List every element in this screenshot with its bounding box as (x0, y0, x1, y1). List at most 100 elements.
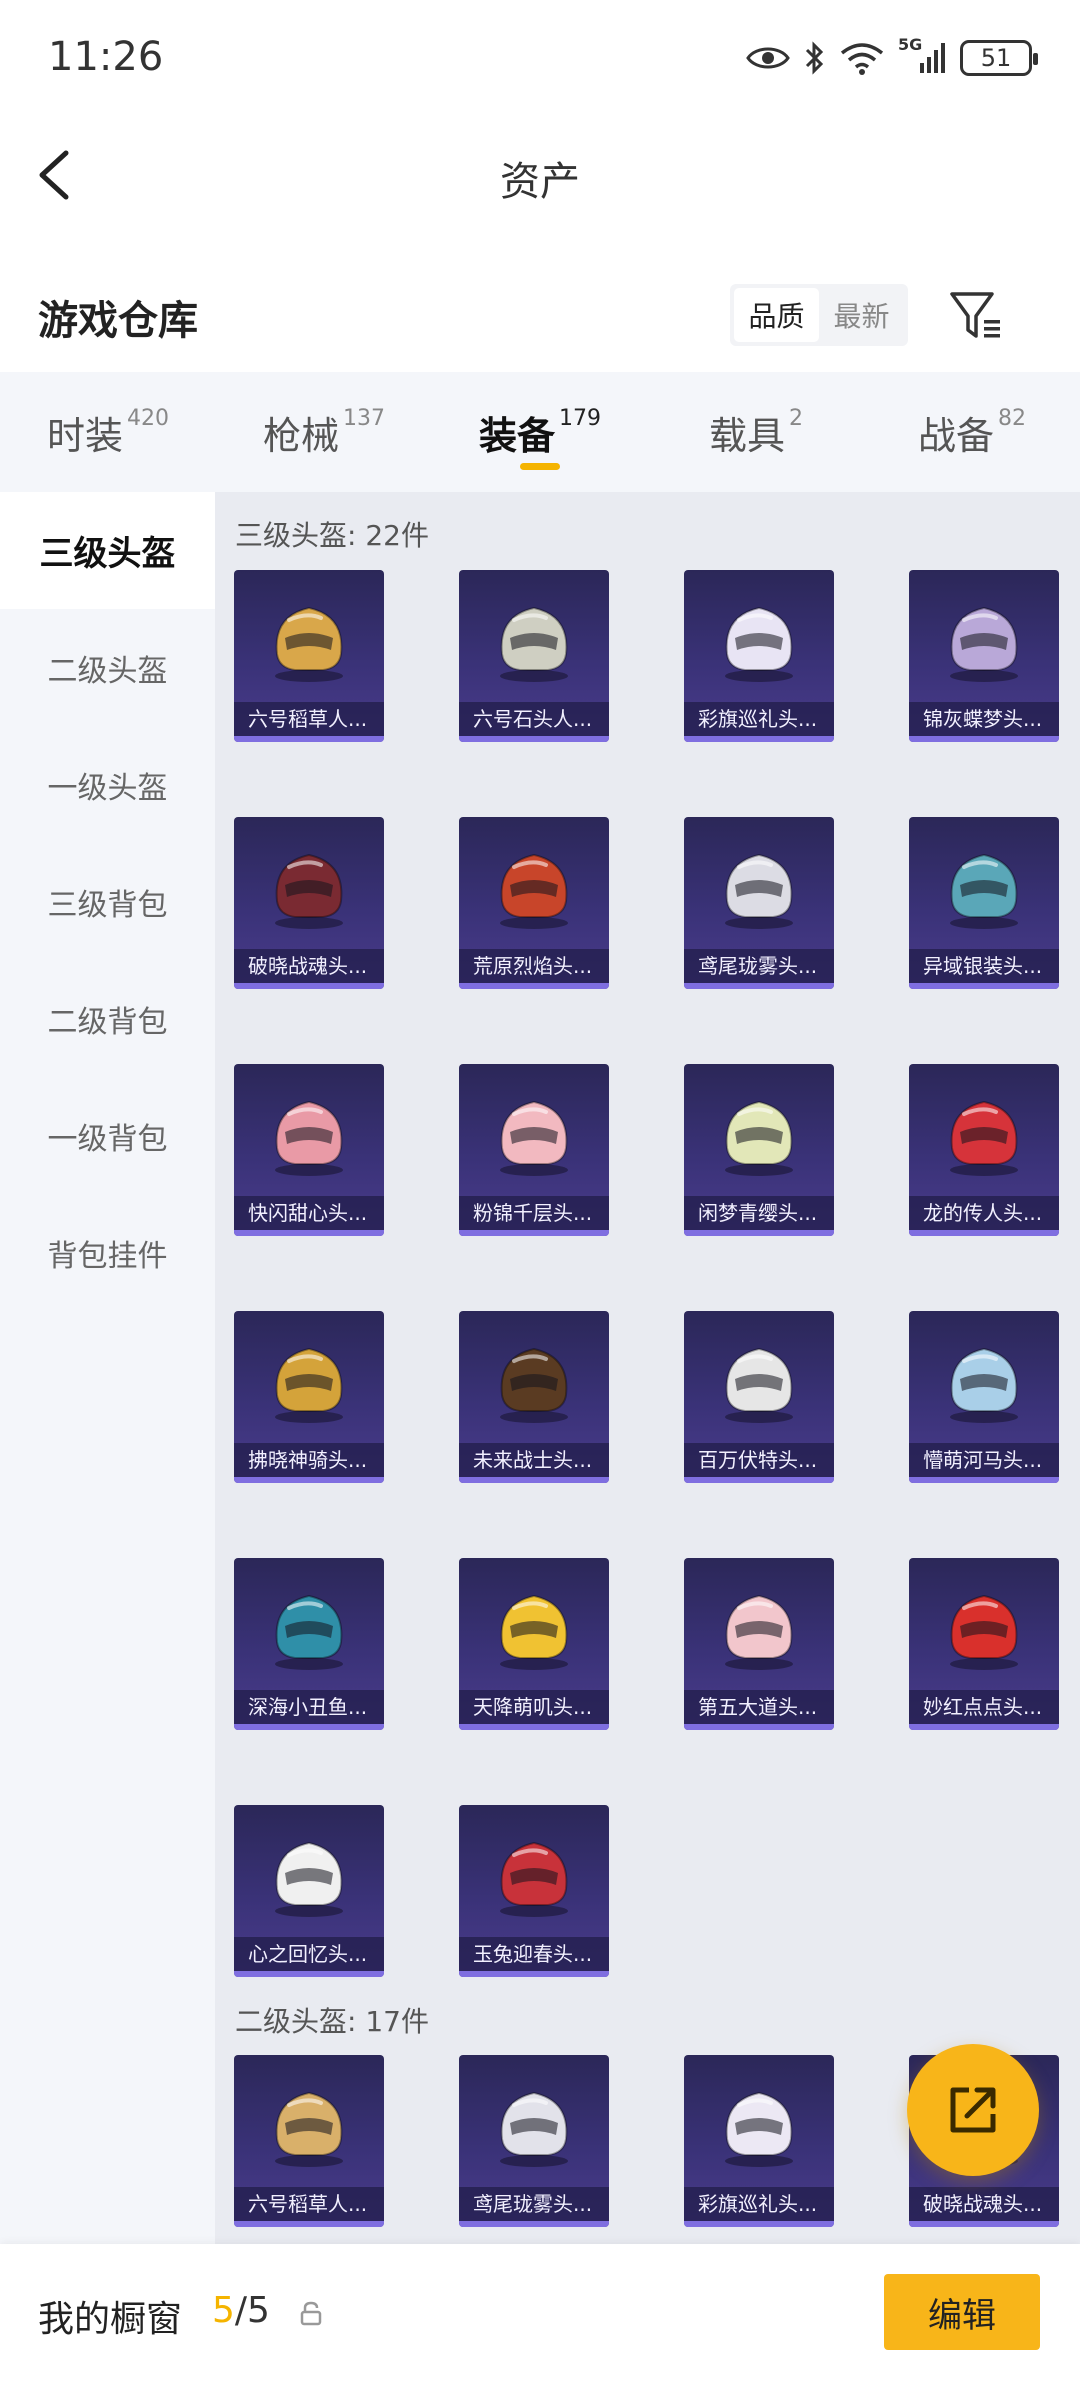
item-card[interactable]: 玉兔迎春头... (459, 1805, 609, 1977)
item-card[interactable]: 心之回忆头... (234, 1805, 384, 1977)
rarity-stripe (459, 1724, 609, 1730)
tab-supplies[interactable]: 战备 82 (864, 372, 1080, 492)
edit-button[interactable]: 编辑 (884, 2274, 1040, 2350)
status-icons: 5G 51 (746, 35, 1038, 76)
item-card[interactable]: 彩旗巡礼头... (684, 570, 834, 742)
item-card[interactable]: 妙红点点头... (909, 1558, 1059, 1730)
helmet-icon (500, 2091, 568, 2167)
item-card[interactable]: 拂晓神骑头... (234, 1311, 384, 1483)
helmet-icon (500, 1100, 568, 1176)
tab-weapons[interactable]: 枪械 137 (216, 372, 432, 492)
tab-fashion[interactable]: 时装 420 (0, 372, 216, 492)
eye-icon (746, 47, 790, 69)
item-card[interactable]: 彩旗巡礼头... (684, 2055, 834, 2227)
sort-option-quality[interactable]: 品质 (734, 288, 819, 342)
rarity-stripe (684, 2221, 834, 2227)
helmet-icon (950, 1594, 1018, 1670)
item-card[interactable]: 天降萌叽头... (459, 1558, 609, 1730)
rarity-stripe (234, 1971, 384, 1977)
item-name: 六号石头人... (459, 702, 609, 736)
item-card[interactable]: 六号稻草人... (234, 2055, 384, 2227)
sort-option-newest[interactable]: 最新 (819, 288, 904, 342)
helmet-icon (950, 1100, 1018, 1176)
sidebar-item-level3-backpack[interactable]: 三级背包 (0, 843, 215, 960)
item-name: 玉兔迎春头... (459, 1937, 609, 1971)
active-tab-indicator (520, 463, 560, 470)
category-tabs: 时装 420 枪械 137 装备 179 载具 2 战备 82 (0, 372, 1080, 492)
sidebar-item-level2-helmet[interactable]: 二级头盔 (0, 609, 215, 726)
warehouse-title: 游戏仓库 (38, 298, 198, 344)
rarity-stripe (909, 1724, 1059, 1730)
item-grid: 三级头盔: 22件 六号稻草人... 六号石头人... 彩旗巡礼头... 锦灰蝶梦头.… (215, 492, 1080, 2244)
item-card[interactable]: 六号石头人... (459, 570, 609, 742)
item-card[interactable]: 百万伏特头... (684, 1311, 834, 1483)
section-title-level3-helmet: 三级头盔: 22件 (235, 519, 429, 552)
item-name: 鸢尾珑雾头... (684, 949, 834, 983)
warehouse-row: 游戏仓库 品质 最新 (0, 262, 1080, 362)
sidebar-item-backpack-charm[interactable]: 背包挂件 (0, 1194, 215, 1311)
item-card[interactable]: 破晓战魂头... (234, 817, 384, 989)
helmet-icon (275, 1841, 343, 1917)
item-name: 破晓战魂头... (909, 2187, 1059, 2221)
section-title-level2-helmet: 二级头盔: 17件 (235, 2005, 429, 2038)
rarity-stripe (234, 1230, 384, 1236)
helmet-icon (950, 1347, 1018, 1423)
item-name: 闲梦青缨头... (684, 1196, 834, 1230)
sidebar-item-level1-helmet[interactable]: 一级头盔 (0, 726, 215, 843)
item-name: 异域银装头... (909, 949, 1059, 983)
filter-icon[interactable] (946, 286, 1006, 346)
tab-equipment[interactable]: 装备 179 (432, 372, 648, 492)
rarity-stripe (234, 2221, 384, 2227)
item-card[interactable]: 快闪甜心头... (234, 1064, 384, 1236)
item-card[interactable]: 闲梦青缨头... (684, 1064, 834, 1236)
helmet-icon (500, 853, 568, 929)
item-card[interactable]: 鸢尾珑雾头... (459, 2055, 609, 2227)
item-name: 深海小丑鱼... (234, 1690, 384, 1724)
share-button[interactable] (907, 2044, 1039, 2176)
item-name: 彩旗巡礼头... (684, 2187, 834, 2221)
item-name: 百万伏特头... (684, 1443, 834, 1477)
item-name: 心之回忆头... (234, 1937, 384, 1971)
helmet-icon (275, 1594, 343, 1670)
sidebar-item-level2-backpack[interactable]: 二级背包 (0, 960, 215, 1077)
item-name: 锦灰蝶梦头... (909, 702, 1059, 736)
rarity-stripe (459, 983, 609, 989)
rarity-stripe (909, 2221, 1059, 2227)
lock-icon (300, 2301, 322, 2326)
item-card[interactable]: 深海小丑鱼... (234, 1558, 384, 1730)
item-name: 破晓战魂头... (234, 949, 384, 983)
item-card[interactable]: 六号稻草人... (234, 570, 384, 742)
signal-5g-icon: 5G (898, 35, 946, 75)
item-card[interactable]: 未来战士头... (459, 1311, 609, 1483)
item-name: 第五大道头... (684, 1690, 834, 1724)
helmet-icon (275, 1347, 343, 1423)
item-card[interactable]: 异域银装头... (909, 817, 1059, 989)
share-icon (950, 2087, 996, 2133)
showcase-label: 我的橱窗 (38, 2299, 183, 2340)
item-card[interactable]: 龙的传人头... (909, 1064, 1059, 1236)
sidebar-item-level1-backpack[interactable]: 一级背包 (0, 1077, 215, 1194)
item-card[interactable]: 第五大道头... (684, 1558, 834, 1730)
item-name: 龙的传人头... (909, 1196, 1059, 1230)
status-time: 11:26 (48, 34, 164, 80)
helmet-icon (725, 1347, 793, 1423)
helmet-icon (725, 1594, 793, 1670)
item-name: 荒原烈焰头... (459, 949, 609, 983)
rarity-stripe (234, 1724, 384, 1730)
item-name: 未来战士头... (459, 1443, 609, 1477)
rarity-stripe (459, 736, 609, 742)
item-card[interactable]: 荒原烈焰头... (459, 817, 609, 989)
sidebar-item-level3-helmet[interactable]: 三级头盔 (0, 492, 215, 609)
item-card[interactable]: 鸢尾珑雾头... (684, 817, 834, 989)
item-card[interactable]: 锦灰蝶梦头... (909, 570, 1059, 742)
item-name: 粉锦千层头... (459, 1196, 609, 1230)
helmet-icon (500, 1594, 568, 1670)
rarity-stripe (909, 736, 1059, 742)
helmet-icon (725, 606, 793, 682)
helmet-icon (500, 1841, 568, 1917)
tab-vehicles[interactable]: 载具 2 (648, 372, 864, 492)
item-card[interactable]: 懵萌河马头... (909, 1311, 1059, 1483)
helmet-icon (275, 1100, 343, 1176)
item-card[interactable]: 粉锦千层头... (459, 1064, 609, 1236)
helmet-icon (275, 853, 343, 929)
